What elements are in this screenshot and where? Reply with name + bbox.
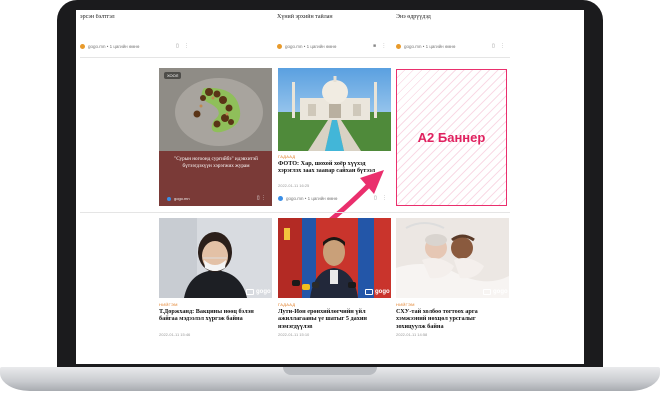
divider <box>80 212 510 213</box>
badge-text: gogo <box>256 289 271 295</box>
top-headline-1[interactable]: эрсэн бэлтгэл <box>80 14 190 21</box>
category-label: НИЙГЭМ <box>396 302 415 307</box>
top-meta-2: gogo.mn • 1 цагийн өмнө <box>277 44 336 49</box>
news-card-mask[interactable]: gogo НИЙГЭМ Т.Доржханд: Вакцины нөөц бэл… <box>159 218 272 356</box>
card-date: 2022-01-11 16:25 <box>278 183 310 188</box>
laptop-screen: эрсэн бэлтгэл gogo.mn • 1 цагийн өмнө ▯ … <box>76 10 584 364</box>
divider <box>80 57 510 58</box>
bookmark-share-icons[interactable]: ▯ ⋮ <box>176 43 191 49</box>
babies-image <box>396 218 509 298</box>
top-headline-3[interactable]: Энэ өдрүүдэд <box>396 14 506 21</box>
card-date: 2022-01-11 15:10 <box>278 332 310 337</box>
gogo-photo-badge: gogo <box>483 289 508 295</box>
badge-text: gogo <box>375 289 390 295</box>
news-card-flags[interactable]: gogo ГАДААД Лути-Ион ерөнхийлөгчийн үйл … <box>278 218 391 356</box>
gogo-photo-badge: gogo <box>246 289 271 295</box>
category-label: ГАДААД <box>278 154 296 159</box>
gogo-photo-badge: gogo <box>365 289 390 295</box>
top-source-3: gogo.mn • 1 цагийн өмнө <box>404 44 456 49</box>
bookmark-share-icons[interactable]: ▯ ⋮ <box>492 43 507 49</box>
badge-text: gogo <box>493 289 508 295</box>
top-source-2: gogo.mn • 1 цагийн өмнө <box>285 44 337 49</box>
food-image <box>159 68 272 151</box>
top-meta-3: gogo.mn • 1 цагийн өмнө <box>396 44 455 49</box>
banner-label: А2 Баннер <box>417 130 486 145</box>
overlay-meta: gogo.mn <box>167 196 190 201</box>
card-headline[interactable]: Т.Доржханд: Вакцины нөөц бэлэн байгаа мэ… <box>159 308 267 323</box>
overlay-headline[interactable]: "Сурын ногоонд сургийбэ" идэвхитэй бүтээ… <box>167 156 265 169</box>
press-conference-image <box>278 218 391 298</box>
top-source-1: gogo.mn • 1 цагийн өмнө <box>88 44 140 49</box>
card-date: 2022-01-11 14:58 <box>396 332 428 337</box>
overlay-source: gogo.mn <box>174 196 190 201</box>
taj-mahal-image <box>278 68 391 151</box>
news-card-babies[interactable]: gogo НИЙГЭМ СХУ-тай холбоо тогтоох арга … <box>396 218 509 356</box>
news-card-food[interactable]: ХООЛ "Сурын ногоонд сургийбэ" идэвхитэй … <box>159 68 272 206</box>
card-date: 2022-01-11 15:46 <box>159 332 191 337</box>
woman-mask-image <box>159 218 272 298</box>
a2-banner-placeholder[interactable]: А2 Баннер <box>396 69 507 206</box>
card-headline[interactable]: СХУ-тай холбоо тогтоох арга хэмжээний нө… <box>396 308 504 330</box>
bookmark-share-icons[interactable]: ▯ ⋮ <box>257 195 266 201</box>
top-meta-1: gogo.mn • 1 цагийн өмнө <box>80 44 139 49</box>
category-label: ГАДААД <box>278 302 296 307</box>
category-label: НИЙГЭМ <box>159 302 178 307</box>
top-headline-2[interactable]: Хүний эрхийн тайлан <box>277 14 387 21</box>
bookmark-share-icons[interactable]: ■ ⋮ <box>373 43 388 49</box>
category-tag: ХООЛ <box>164 72 182 79</box>
laptop-base-notch <box>283 367 377 375</box>
card-headline[interactable]: Лути-Ион ерөнхийлөгчийн үйл ажиллагааны … <box>278 308 386 330</box>
